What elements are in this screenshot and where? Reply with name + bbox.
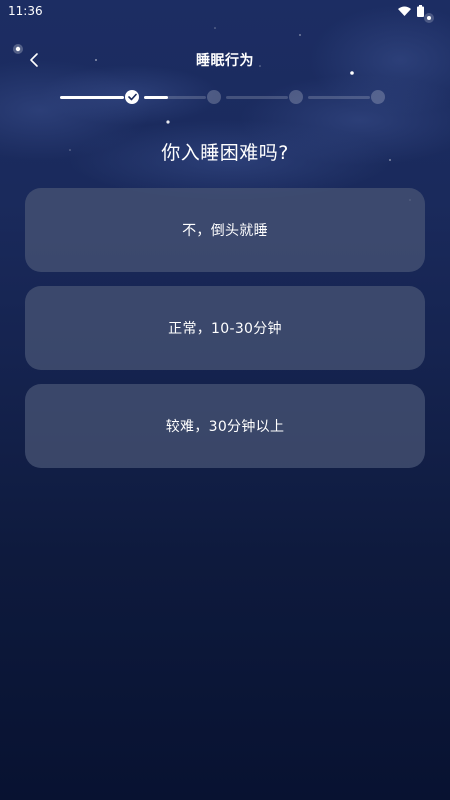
status-icons xyxy=(398,5,424,17)
option-button-2[interactable]: 正常，10-30分钟 xyxy=(25,286,425,370)
progress-step-1-done xyxy=(125,90,139,104)
progress-segment-3 xyxy=(226,96,288,99)
option-label: 正常，10-30分钟 xyxy=(168,321,282,337)
battery-icon xyxy=(417,5,424,17)
option-label: 不，倒头就睡 xyxy=(182,223,268,239)
progress-segment-4 xyxy=(308,96,370,99)
status-time: 11:36 xyxy=(8,4,43,18)
option-button-3[interactable]: 较难，30分钟以上 xyxy=(25,384,425,468)
progress-step-2 xyxy=(207,90,221,104)
progress-step-3 xyxy=(289,90,303,104)
page-title: 睡眠行为 xyxy=(196,53,254,69)
option-label: 较难，30分钟以上 xyxy=(165,419,285,435)
progress-step-4 xyxy=(371,90,385,104)
check-icon xyxy=(127,93,137,101)
option-button-1[interactable]: 不，倒头就睡 xyxy=(25,188,425,272)
question-title: 你入睡困难吗? xyxy=(161,142,289,164)
header: 睡眠行为 xyxy=(0,44,450,76)
step-progress xyxy=(60,88,390,106)
progress-segment-2-fill xyxy=(144,96,168,99)
answer-options: 不，倒头就睡 正常，10-30分钟 较难，30分钟以上 xyxy=(25,188,425,482)
wifi-icon xyxy=(398,6,411,16)
status-bar: 11:36 xyxy=(0,0,450,22)
progress-segment-1 xyxy=(60,96,124,99)
